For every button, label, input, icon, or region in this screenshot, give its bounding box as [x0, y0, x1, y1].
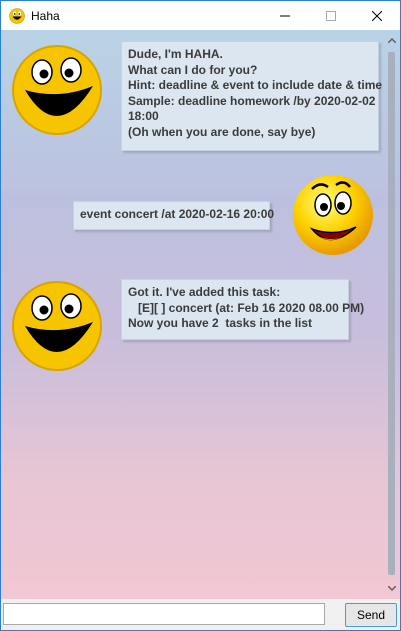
laughing-face-icon — [12, 281, 102, 371]
laughing-face-icon — [9, 7, 25, 24]
scrollbar[interactable] — [383, 30, 400, 599]
minimize-button[interactable] — [262, 1, 308, 30]
message-input[interactable] — [3, 603, 325, 625]
minimize-icon — [280, 15, 290, 16]
laughing-face-icon — [12, 45, 102, 135]
title-bar: Haha — [1, 1, 400, 30]
scroll-down-button[interactable] — [383, 580, 400, 597]
close-button[interactable] — [354, 1, 400, 30]
close-icon — [372, 10, 382, 21]
smiling-face-icon — [293, 175, 373, 255]
app-window: Haha Dude, I'm HAHA. What can I do for y… — [0, 0, 401, 631]
chat-area[interactable]: Dude, I'm HAHA. What can I do for you? H… — [1, 30, 400, 599]
send-button[interactable]: Send — [345, 603, 397, 627]
input-bar: Send — [1, 599, 400, 630]
scroll-up-button[interactable] — [383, 32, 400, 49]
scrollbar-thumb[interactable] — [388, 52, 395, 575]
window-title: Haha — [31, 8, 60, 23]
chevron-down-icon — [387, 586, 396, 591]
maximize-button[interactable] — [308, 1, 354, 30]
chevron-up-icon — [387, 38, 396, 43]
message-bubble-user: event concert /at 2020-02-16 20:00 — [73, 201, 274, 230]
maximize-icon — [326, 10, 336, 21]
message-bubble-bot: Dude, I'm HAHA. What can I do for you? H… — [121, 41, 382, 151]
message-bubble-bot: Got it. I've added this task: [E][ ] con… — [121, 279, 364, 340]
